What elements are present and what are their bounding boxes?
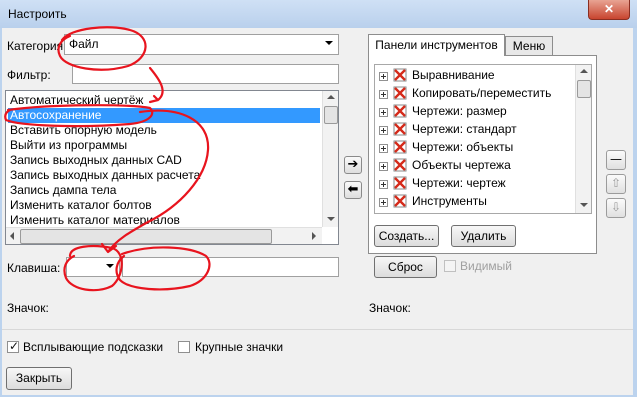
arrow-down-icon: ⇩ (610, 200, 622, 214)
expand-icon[interactable] (379, 72, 388, 81)
toolbar-label: Объекты чертежа (412, 158, 511, 172)
command-list-item[interactable]: Запись выходных данных расчета (8, 168, 320, 183)
chevron-down-icon (325, 41, 333, 45)
remove-from-toolbar-button[interactable]: ⬅ (344, 181, 362, 199)
scroll-thumb[interactable] (577, 80, 591, 98)
commands-list[interactable]: Автоматический чертёж Автосохранение Встав… (5, 90, 339, 245)
filter-label: Фильтр: (7, 68, 51, 82)
add-to-toolbar-button[interactable]: ➔ (344, 156, 362, 174)
scroll-down-icon[interactable] (580, 203, 588, 207)
arrow-up-icon: ⇧ (610, 176, 622, 190)
toolbar-icon-label: Значок: (369, 301, 411, 315)
scroll-right-icon[interactable] (312, 232, 316, 240)
expand-icon[interactable] (379, 108, 388, 117)
create-toolbar-button[interactable]: Создать... (374, 225, 439, 247)
chevron-down-icon (106, 264, 114, 268)
key-input[interactable] (122, 257, 339, 277)
toolbar-label: Чертежи: размер (412, 104, 507, 118)
command-list-item[interactable]: Автоматический чертёж (8, 93, 320, 108)
toolbar-label: Чертежи: чертеж (412, 176, 506, 190)
tooltips-checkbox[interactable] (7, 339, 19, 353)
toolbar-label: Чертежи: стандарт (412, 122, 517, 136)
arrow-right-icon: ➔ (347, 157, 359, 172)
key-modifier-select[interactable] (66, 257, 120, 277)
command-list-item[interactable]: Автосохранение (8, 108, 320, 123)
close-button[interactable]: Закрыть (6, 367, 72, 390)
command-list-item[interactable]: Изменить каталог материалов (8, 213, 320, 228)
dialog-body: Категория: Файл Фильтр: Автоматический ч… (2, 28, 633, 395)
visible-checkbox[interactable] (444, 260, 456, 272)
toolbar-hidden-icon (393, 68, 407, 82)
toolbar-label: Выравнивание (412, 68, 495, 82)
close-window-button[interactable]: ✕ (588, 0, 630, 20)
command-list-item[interactable]: Изменить каталог болтов (8, 198, 320, 213)
scroll-left-icon[interactable] (10, 232, 14, 240)
command-list-item[interactable]: Выйти из программы (8, 138, 320, 153)
scroll-up-icon[interactable] (580, 69, 588, 73)
category-select[interactable]: Файл (64, 34, 339, 55)
category-value: Файл (69, 37, 99, 51)
tooltips-label: Всплывающие подсказки (23, 340, 164, 354)
toolbars-vertical-scrollbar[interactable] (575, 65, 591, 213)
category-label: Категория: (7, 39, 67, 53)
toolbar-label: Инструменты (412, 194, 487, 208)
scroll-down-icon[interactable] (327, 217, 335, 221)
toolbars-tab-panel: Выравнивание Копировать/переместить Чертеж… (368, 55, 597, 254)
divider (2, 329, 633, 330)
key-label: Клавиша: (7, 261, 61, 275)
toolbar-label: Чертежи: объекты (412, 140, 514, 154)
window-title: Настроить (8, 7, 67, 21)
toolbar-hidden-icon (393, 176, 407, 190)
commands-vertical-scrollbar[interactable] (322, 91, 338, 227)
arrow-left-icon: ⬅ (347, 182, 359, 197)
expand-icon[interactable] (379, 144, 388, 153)
hscroll-thumb[interactable] (20, 229, 272, 244)
large-icons-label: Крупные значки (195, 340, 284, 354)
move-down-button[interactable]: ⇩ (606, 198, 626, 218)
visible-label: Видимый (460, 259, 512, 273)
delete-toolbar-button[interactable]: Удалить (451, 225, 516, 247)
toolbar-hidden-icon (393, 122, 407, 136)
toolbar-hidden-icon (393, 140, 407, 154)
tab-menu[interactable]: Меню (505, 36, 553, 55)
toolbar-hidden-icon (393, 158, 407, 172)
reset-toolbar-button[interactable]: Сброс (374, 256, 437, 278)
customize-dialog: Настроить ✕ Категория: Файл Фильтр: Авто… (0, 0, 637, 397)
title-bar: Настроить ✕ (0, 0, 637, 28)
commands-horizontal-scrollbar[interactable] (6, 227, 322, 244)
minus-icon: — (610, 152, 622, 166)
toolbars-tree[interactable]: Выравнивание Копировать/переместить Чертеж… (374, 64, 592, 214)
command-icon-label: Значок: (7, 301, 49, 315)
command-list-item[interactable]: Запись дампа тела (8, 183, 320, 198)
expand-icon[interactable] (379, 162, 388, 171)
toolbar-hidden-icon (393, 194, 407, 208)
scroll-thumb[interactable] (324, 106, 338, 124)
command-list-item[interactable]: Вставить опорную модель (8, 123, 320, 138)
remove-item-button[interactable]: — (606, 150, 626, 170)
large-icons-checkbox[interactable] (178, 341, 190, 353)
toolbar-hidden-icon (393, 104, 407, 118)
command-list-item[interactable]: Запись выходных данных CAD (8, 153, 320, 168)
scroll-up-icon[interactable] (327, 95, 335, 99)
toolbar-label: Копировать/переместить (412, 86, 552, 100)
filter-input[interactable] (72, 64, 339, 84)
toolbar-hidden-icon (393, 86, 407, 100)
expand-icon[interactable] (379, 198, 388, 207)
expand-icon[interactable] (379, 126, 388, 135)
expand-icon[interactable] (379, 90, 388, 99)
expand-icon[interactable] (379, 180, 388, 189)
tab-toolbars[interactable]: Панели инструментов (368, 34, 505, 56)
move-up-button[interactable]: ⇧ (606, 174, 626, 194)
